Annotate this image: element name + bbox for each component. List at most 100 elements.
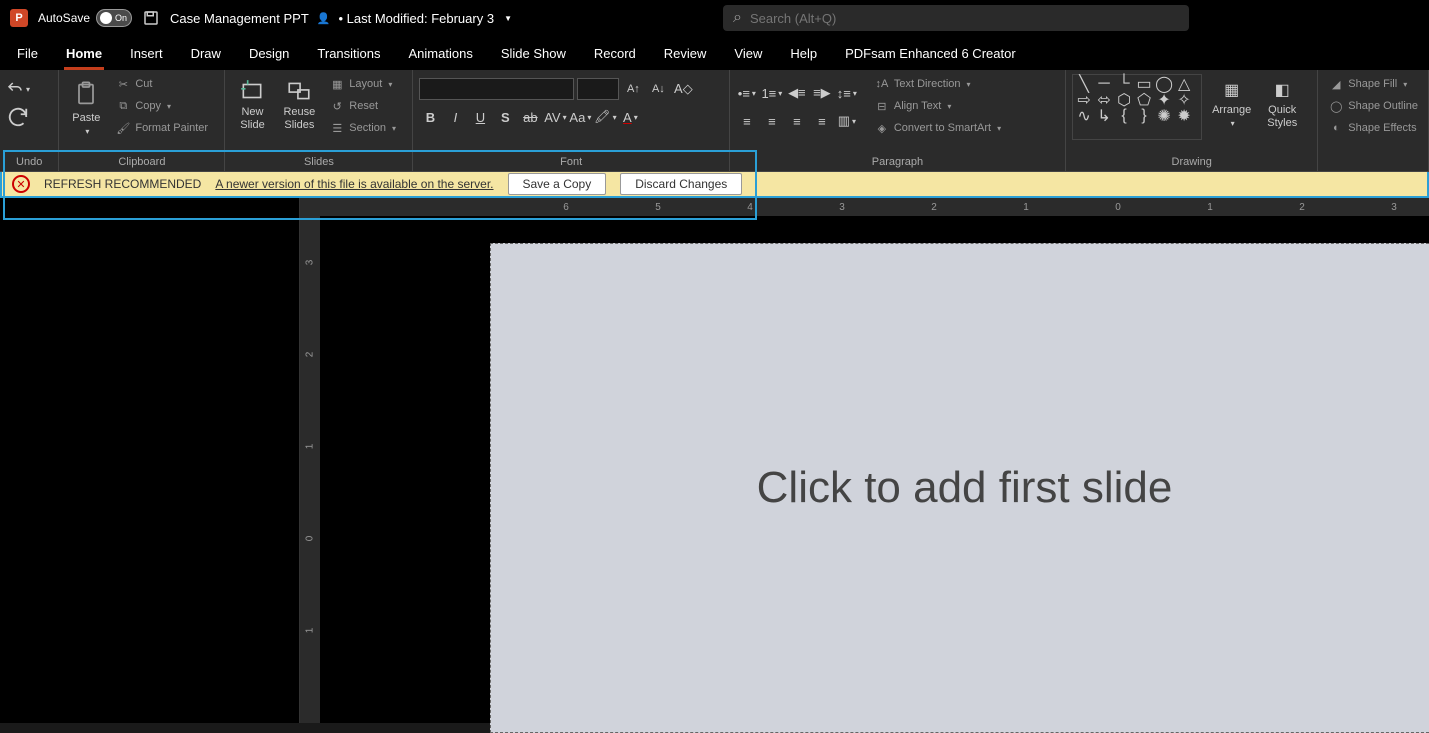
align-text-icon: ⊟ (874, 98, 890, 114)
tab-design[interactable]: Design (247, 40, 291, 70)
text-direction-button[interactable]: ↕AText Direction▾ (870, 74, 1005, 94)
autosave-toggle[interactable]: On (96, 9, 132, 27)
shadow-button[interactable]: S (494, 106, 516, 128)
spacing-button[interactable]: AV▾ (544, 106, 566, 128)
font-color-button[interactable]: A▾ (619, 106, 641, 128)
case-button[interactable]: Aa▾ (569, 106, 591, 128)
ribbon-tabs: File Home Insert Draw Design Transitions… (0, 36, 1429, 70)
group-label-undo: Undo (0, 153, 58, 171)
tab-transitions[interactable]: Transitions (315, 40, 382, 70)
notification-title: REFRESH RECOMMENDED (44, 177, 201, 191)
redo-button[interactable] (6, 106, 30, 128)
reuse-slides-button[interactable]: Reuse Slides (277, 74, 321, 136)
share-icon: 👤 (317, 12, 331, 25)
ruler-tick: 1 (307, 584, 313, 676)
shape-rect-icon: ▭ (1135, 77, 1153, 91)
align-right-button[interactable]: ≡ (786, 110, 808, 132)
shape-fill-button[interactable]: ◢Shape Fill▾ (1324, 74, 1422, 94)
tab-view[interactable]: View (732, 40, 764, 70)
format-painter-button[interactable]: 🖌Format Painter (111, 118, 212, 138)
columns-button[interactable]: ▥▾ (836, 110, 858, 132)
tab-record[interactable]: Record (592, 40, 638, 70)
tab-file[interactable]: File (15, 40, 40, 70)
tab-help[interactable]: Help (788, 40, 819, 70)
decrease-indent-button[interactable]: ◀≡ (786, 82, 808, 104)
increase-indent-button[interactable]: ≡▶ (811, 82, 833, 104)
title-bar: P AutoSave On Case Management PPT 👤 • La… (0, 0, 1429, 36)
brush-icon: 🖌 (115, 120, 131, 136)
ruler-tick: 0 (1072, 202, 1164, 213)
bold-button[interactable]: B (419, 106, 441, 128)
align-center-button[interactable]: ≡ (761, 110, 783, 132)
discard-changes-button[interactable]: Discard Changes (620, 173, 742, 195)
tab-home[interactable]: Home (64, 40, 104, 70)
shape-gallery[interactable]: ╲ ─ └ ▭ ◯ △ ⇨ ⬄ ⬡ ⬠ ✦ ✧ ∿ ↳ { } ✺ ✹ (1072, 74, 1202, 140)
tab-draw[interactable]: Draw (189, 40, 223, 70)
strike-button[interactable]: ab (519, 106, 541, 128)
shape-outline-button[interactable]: ◯Shape Outline (1324, 96, 1422, 116)
search-icon: ⌕ (733, 9, 742, 27)
group-label-slides: Slides (225, 153, 412, 171)
reset-button[interactable]: ↺Reset (325, 96, 400, 116)
group-font: A↑ A↓ A◇ B I U S ab AV▾ Aa▾ 🖍▾ A▾ Font (413, 70, 729, 171)
cut-button[interactable]: ✂Cut (111, 74, 212, 94)
section-icon: ☰ (329, 120, 345, 136)
slide-area: 6543210123 32101 Click to add first slid… (300, 198, 1429, 723)
section-button[interactable]: ☰Section▾ (325, 118, 400, 138)
decrease-font-button[interactable]: A↓ (647, 78, 669, 100)
ribbon: ▾ Undo Paste ▾ ✂Cut ⧉Copy▾ 🖌Format Paint… (0, 70, 1429, 172)
align-text-button[interactable]: ⊟Align Text▾ (870, 96, 1005, 116)
shape-effects-button[interactable]: ◐Shape Effects (1324, 118, 1422, 138)
notification-message[interactable]: A newer version of this file is availabl… (215, 177, 493, 191)
layout-icon: ▦ (329, 76, 345, 92)
shape-hex-icon: ⬡ (1115, 93, 1133, 107)
slide-canvas[interactable]: Click to add first slide (490, 243, 1429, 733)
font-size-select[interactable] (577, 78, 619, 100)
bullets-button[interactable]: •≡▾ (736, 82, 758, 104)
italic-button[interactable]: I (444, 106, 466, 128)
arrange-button[interactable]: ▦ Arrange▾ (1206, 74, 1257, 132)
save-copy-button[interactable]: Save a Copy (508, 173, 607, 195)
font-name-select[interactable] (419, 78, 574, 100)
ruler-tick: 1 (307, 400, 313, 492)
copy-button[interactable]: ⧉Copy▾ (111, 96, 212, 116)
outline-icon: ◯ (1328, 98, 1344, 114)
tab-insert[interactable]: Insert (128, 40, 165, 70)
tab-animations[interactable]: Animations (407, 40, 475, 70)
shape-arrow-icon: ⬄ (1095, 93, 1113, 107)
line-spacing-button[interactable]: ↕≡▾ (836, 82, 858, 104)
numbering-button[interactable]: 1≡▾ (761, 82, 783, 104)
increase-font-button[interactable]: A↑ (622, 78, 644, 100)
search-box[interactable]: ⌕ (723, 5, 1189, 31)
group-label-drawing: Drawing (1066, 153, 1317, 171)
justify-button[interactable]: ≡ (811, 110, 833, 132)
slide-prompt: Click to add first slide (757, 463, 1173, 513)
ruler-tick: 2 (888, 202, 980, 213)
shape-star-icon: ✧ (1175, 93, 1193, 107)
underline-button[interactable]: U (469, 106, 491, 128)
save-icon[interactable] (142, 9, 160, 27)
ruler-tick: 0 (307, 492, 313, 584)
document-title[interactable]: Case Management PPT 👤 • Last Modified: F… (170, 11, 512, 26)
tab-review[interactable]: Review (662, 40, 709, 70)
shape-brace-icon: } (1135, 109, 1153, 123)
new-slide-button[interactable]: New Slide (231, 74, 273, 136)
shape-star-icon: ✦ (1155, 93, 1173, 107)
layout-button[interactable]: ▦Layout▾ (325, 74, 400, 94)
copy-icon: ⧉ (115, 98, 131, 114)
smartart-button[interactable]: ◈Convert to SmartArt▾ (870, 118, 1005, 138)
highlight-button[interactable]: 🖍▾ (594, 106, 616, 128)
undo-button[interactable]: ▾ (6, 78, 30, 100)
thumbnail-panel[interactable] (0, 198, 300, 723)
tab-slideshow[interactable]: Slide Show (499, 40, 568, 70)
paste-button[interactable]: Paste ▾ (65, 74, 107, 140)
search-input[interactable] (750, 11, 1179, 26)
shape-burst-icon: ✺ (1155, 109, 1173, 123)
shape-callout-icon: ⬠ (1135, 93, 1153, 107)
reuse-icon (286, 78, 312, 104)
ruler-tick: 1 (980, 202, 1072, 213)
tab-pdfsam[interactable]: PDFsam Enhanced 6 Creator (843, 40, 1018, 70)
align-left-button[interactable]: ≡ (736, 110, 758, 132)
quick-styles-button[interactable]: ◧ Quick Styles (1261, 74, 1303, 134)
clear-formatting-button[interactable]: A◇ (672, 78, 694, 100)
